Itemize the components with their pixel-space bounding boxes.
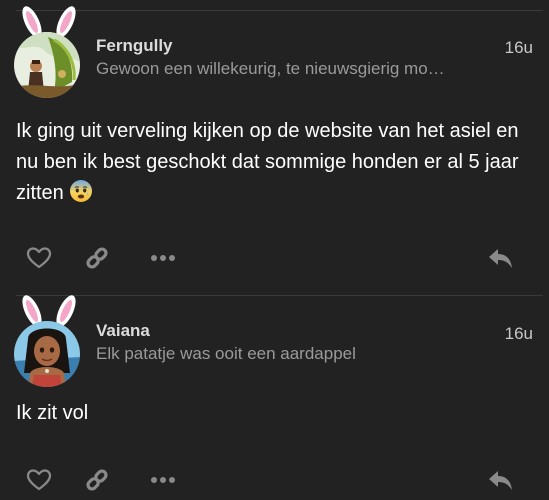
username[interactable]: Vaiana (96, 321, 150, 341)
username[interactable]: Ferngully (96, 36, 173, 56)
user-avatar-image (14, 32, 80, 98)
post-body: Ik zit vol (16, 398, 526, 429)
more-options-button[interactable] (148, 465, 178, 495)
user-avatar-image (14, 321, 80, 387)
share-link-button[interactable] (82, 465, 112, 495)
divider (16, 10, 543, 11)
reply-button[interactable] (486, 465, 516, 495)
reply-button[interactable] (486, 243, 516, 273)
post-body: Ik ging uit verveling kijken op de websi… (16, 116, 526, 209)
heart-icon (26, 469, 52, 491)
post: Ferngully Gewoon een willekeurig, te nie… (0, 0, 549, 295)
avatar[interactable] (12, 291, 86, 387)
like-button[interactable] (24, 243, 54, 273)
more-icon (151, 255, 175, 261)
post-body-text: Ik zit vol (16, 402, 89, 424)
reply-icon (489, 471, 512, 490)
like-button[interactable] (24, 465, 54, 495)
post: Vaiana Elk patatje was ooit een aardappe… (0, 295, 549, 500)
user-title: Elk patatje was ooit een aardappel (96, 344, 356, 363)
post-actions (0, 243, 549, 273)
post-time[interactable]: 16u (505, 324, 533, 344)
post-time[interactable]: 16u (505, 38, 533, 58)
reply-icon (489, 249, 512, 268)
anxious-face-icon (70, 180, 93, 202)
link-icon (86, 247, 108, 269)
more-icon (151, 477, 175, 483)
post-actions (0, 465, 549, 495)
share-link-button[interactable] (82, 243, 112, 273)
avatar[interactable] (12, 2, 86, 98)
heart-icon (26, 247, 52, 269)
divider (16, 295, 543, 296)
link-icon (86, 469, 108, 491)
user-title: Gewoon een willekeurig, te nieuwsgierig … (96, 59, 445, 78)
more-options-button[interactable] (148, 243, 178, 273)
